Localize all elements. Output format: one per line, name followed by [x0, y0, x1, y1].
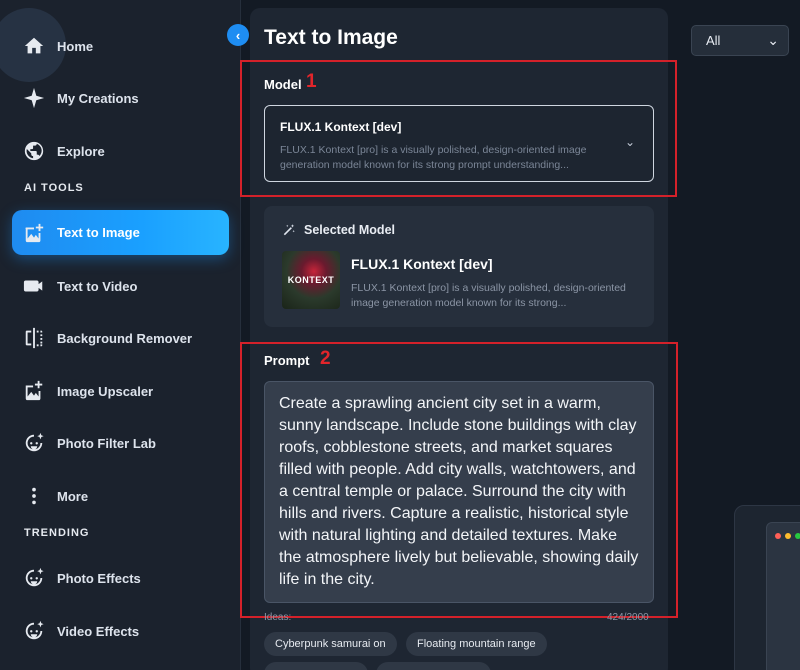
section-label-ai-tools: AI TOOLS: [24, 182, 84, 194]
highlight-box-prompt: [240, 342, 678, 618]
sidebar-item-text-to-image[interactable]: Text to Image: [12, 210, 229, 255]
video-icon: [22, 274, 46, 298]
sidebar-item-label: Background Remover: [57, 330, 193, 346]
filter-select[interactable]: All ⌄: [691, 25, 789, 56]
sidebar-item-label: Home: [57, 38, 94, 54]
model-thumbnail: KONTEXT: [282, 251, 340, 309]
image-plus-icon: [22, 221, 46, 245]
split-frame-icon: [22, 326, 46, 350]
sidebar-item-image-upscaler[interactable]: Image Upscaler: [12, 369, 229, 413]
sidebar: Home My Creations Explore AI TOOLS Text …: [0, 0, 241, 670]
sidebar-item-home[interactable]: Home: [12, 24, 229, 68]
magic-wand-icon: [283, 224, 295, 236]
idea-chip[interactable]: Cyberpunk samurai on: [264, 632, 397, 656]
ideas-label: Ideas:: [264, 612, 292, 623]
sidebar-item-text-to-video[interactable]: Text to Video: [12, 264, 229, 308]
selected-model-header: Selected Model: [282, 223, 395, 237]
browser-window-illustration: [766, 522, 800, 670]
sidebar-item-my-creations[interactable]: My Creations: [12, 76, 229, 120]
sidebar-item-label: Text to Image: [57, 225, 140, 240]
sparkle-icon: [22, 86, 46, 110]
idea-chip[interactable]: [376, 662, 491, 670]
sidebar-item-photo-filter-lab[interactable]: Photo Filter Lab: [12, 421, 229, 465]
selected-model-name: FLUX.1 Kontext [dev]: [351, 256, 493, 272]
sidebar-item-label: Photo Effects: [57, 570, 141, 586]
chevron-down-icon: ⌄: [767, 32, 779, 48]
face-sparkle-icon: [22, 619, 46, 643]
idea-chip[interactable]: [264, 662, 368, 670]
sidebar-item-photo-effects[interactable]: Photo Effects: [12, 556, 229, 600]
sidebar-item-label: More: [57, 488, 89, 504]
sidebar-item-label: Video Effects: [57, 623, 140, 639]
sidebar-item-label: Photo Filter Lab: [57, 435, 156, 451]
filter-select-value: All: [706, 33, 721, 48]
globe-icon: [22, 139, 46, 163]
sidebar-item-video-effects[interactable]: Video Effects: [12, 609, 229, 653]
window-dot-green: [795, 533, 800, 539]
thumbnail-wordmark: KONTEXT: [287, 275, 335, 285]
sidebar-item-more[interactable]: More: [12, 474, 229, 518]
image-upscale-icon: [22, 379, 46, 403]
face-sparkle-icon: [22, 566, 46, 590]
sidebar-item-label: Text to Video: [57, 278, 138, 294]
section-label-trending: TRENDING: [24, 527, 90, 539]
sidebar-item-background-remover[interactable]: Background Remover: [12, 316, 229, 360]
selected-model-desc: FLUX.1 Kontext [pro] is a visually polis…: [351, 282, 626, 309]
character-counter: 424/2000: [607, 612, 649, 623]
sidebar-item-label: Image Upscaler: [57, 383, 154, 399]
window-dot-yellow: [785, 533, 791, 539]
page-title: Text to Image: [264, 26, 398, 49]
chevron-left-icon: ‹: [235, 27, 241, 43]
highlight-box-model: [240, 60, 677, 197]
home-icon: [22, 34, 46, 58]
collapse-sidebar-button[interactable]: ‹: [227, 24, 249, 46]
selected-model-label: Selected Model: [304, 223, 395, 237]
sidebar-item-label: My Creations: [57, 90, 139, 106]
idea-chip[interactable]: Floating mountain range: [406, 632, 547, 656]
selected-model-card: Selected Model KONTEXT FLUX.1 Kontext [d…: [264, 206, 654, 327]
more-vertical-icon: [22, 484, 46, 508]
sidebar-item-label: Explore: [57, 143, 105, 159]
window-dot-red: [775, 533, 781, 539]
sidebar-item-explore[interactable]: Explore: [12, 129, 229, 173]
face-sparkle-icon: [22, 431, 46, 455]
